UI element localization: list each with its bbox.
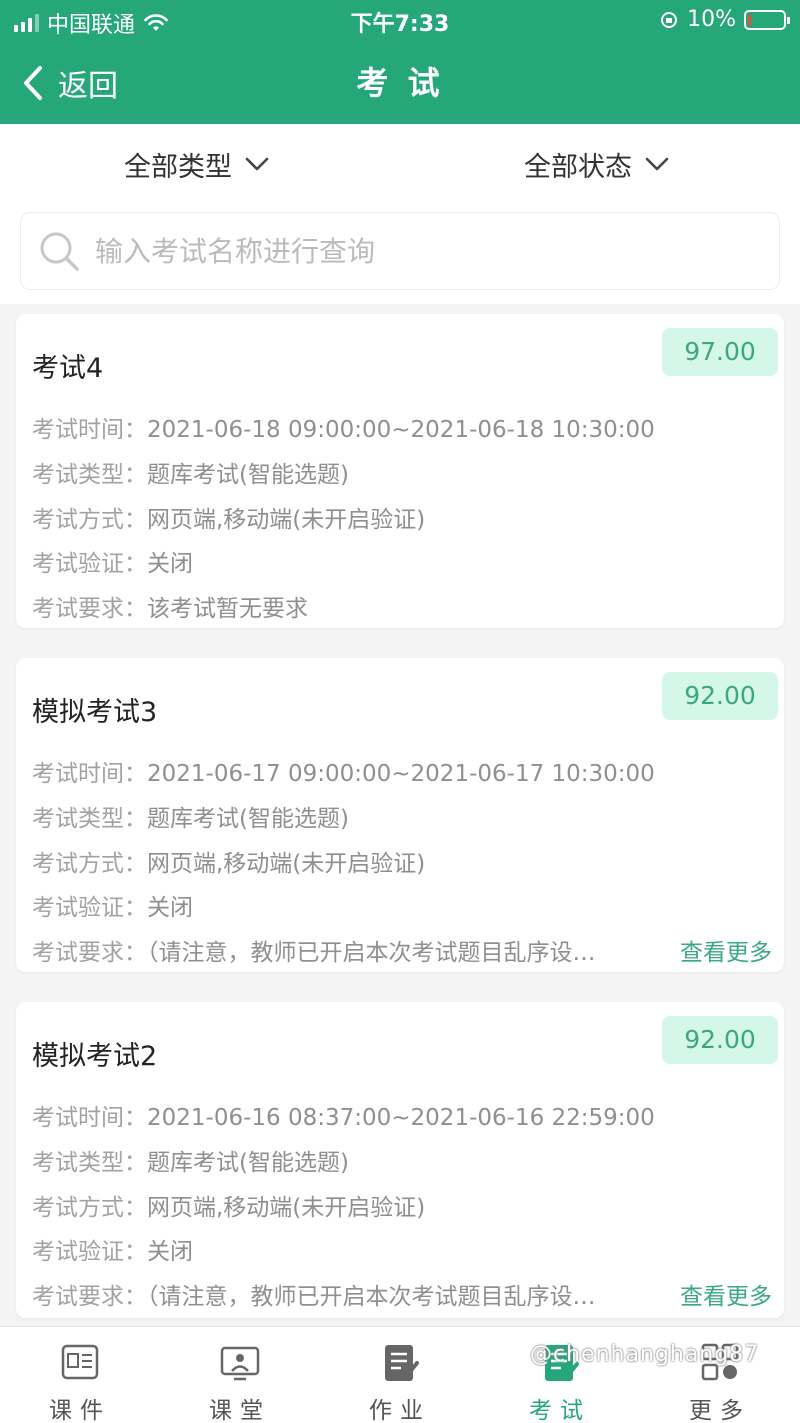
time-label: 考试时间： — [32, 1105, 147, 1131]
search-box[interactable] — [20, 212, 780, 290]
exam-time-row: 考试时间：2021-06-18 09:00:00~2021-06-18 10:3… — [32, 410, 772, 444]
status-bar: 中国联通 下午7:33 10% — [0, 0, 800, 40]
type-label: 考试类型： — [32, 806, 147, 832]
requirement-value: （请注意，教师已开启本次考试题目乱序设… — [147, 940, 596, 966]
mode-label: 考试方式： — [32, 507, 147, 533]
exam-card[interactable]: 模拟考试2 92.00 考试时间：2021-06-16 08:37:00~202… — [16, 1002, 784, 1318]
verify-label: 考试验证： — [32, 551, 147, 577]
time-value: 2021-06-16 08:37:00~2021-06-16 22:59:00 — [147, 1105, 655, 1131]
requirement-label: 考试要求： — [32, 940, 147, 966]
type-value: 题库考试(智能选题) — [147, 1150, 349, 1176]
status-right: 10% — [659, 7, 790, 32]
tab-label: 更多 — [689, 1398, 751, 1423]
score-badge: 92.00 — [662, 672, 778, 720]
courseware-icon — [61, 1344, 99, 1380]
exam-type-row: 考试类型：题库考试(智能选题) — [32, 455, 772, 489]
search-section — [0, 206, 800, 304]
type-label: 考试类型： — [32, 1150, 147, 1176]
bottom-tab-bar: 课件 课堂 作业 考试 更多 — [0, 1326, 800, 1423]
verify-value: 关闭 — [147, 551, 193, 577]
verify-label: 考试验证： — [32, 895, 147, 921]
time-label: 考试时间： — [32, 761, 147, 787]
chevron-down-icon — [245, 157, 269, 171]
type-value: 题库考试(智能选题) — [147, 806, 349, 832]
score-badge: 97.00 — [662, 328, 778, 376]
tab-label: 考试 — [529, 1398, 591, 1423]
score-badge: 92.00 — [662, 1016, 778, 1064]
time-label: 考试时间： — [32, 417, 147, 443]
exam-time-row: 考试时间：2021-06-16 08:37:00~2021-06-16 22:5… — [32, 1098, 772, 1132]
exam-card[interactable]: 模拟考试3 92.00 考试时间：2021-06-17 09:00:00~202… — [16, 658, 784, 972]
time-value: 2021-06-17 09:00:00~2021-06-17 10:30:00 — [147, 761, 655, 787]
requirement-value: （请注意，教师已开启本次考试题目乱序设… — [147, 1284, 596, 1310]
tab-label: 课件 — [49, 1398, 111, 1423]
exam-type-row: 考试类型：题库考试(智能选题) — [32, 1143, 772, 1177]
battery-level — [748, 13, 752, 26]
view-more-link[interactable]: 查看更多 — [672, 1277, 772, 1311]
exam-title: 模拟考试2 — [32, 1041, 158, 1072]
mode-value: 网页端,移动端(未开启验证) — [147, 851, 426, 877]
exam-mode-row: 考试方式：网页端,移动端(未开启验证) — [32, 500, 772, 534]
view-more-link[interactable]: 查看更多 — [672, 933, 772, 967]
exam-title: 考试4 — [32, 353, 104, 384]
requirement-label: 考试要求： — [32, 596, 147, 622]
time-value: 2021-06-18 09:00:00~2021-06-18 10:30:00 — [147, 417, 655, 443]
exam-title: 模拟考试3 — [32, 697, 158, 728]
tab-label: 作业 — [369, 1398, 431, 1423]
tab-courseware[interactable]: 课件 — [0, 1327, 160, 1423]
verify-value: 关闭 — [147, 1239, 193, 1265]
app-header: 中国联通 下午7:33 10% 返回 考 试 — [0, 0, 800, 124]
status-filter-dropdown[interactable]: 全部状态 — [524, 144, 670, 184]
type-label: 考试类型： — [32, 462, 147, 488]
type-filter-label: 全部类型 — [124, 151, 232, 183]
tab-classroom[interactable]: 课堂 — [160, 1327, 320, 1423]
mode-value: 网页端,移动端(未开启验证) — [147, 507, 426, 533]
battery-percent: 10% — [687, 7, 736, 32]
search-input[interactable] — [95, 234, 755, 268]
verify-label: 考试验证： — [32, 1239, 147, 1265]
exam-time-row: 考试时间：2021-06-17 09:00:00~2021-06-17 10:3… — [32, 754, 772, 788]
requirement-label: 考试要求： — [32, 1284, 147, 1310]
exam-mode-row: 考试方式：网页端,移动端(未开启验证) — [32, 844, 772, 878]
exam-card[interactable]: 考试4 97.00 考试时间：2021-06-18 09:00:00~2021-… — [16, 314, 784, 628]
battery-icon — [744, 9, 790, 30]
exam-requirement-row: 考试要求：该考试暂无要求 — [32, 589, 772, 623]
rotation-lock-icon — [661, 11, 678, 28]
homework-icon — [385, 1345, 419, 1381]
search-icon — [40, 232, 79, 271]
exam-verify-row: 考试验证：关闭 — [32, 1232, 772, 1266]
exam-verify-row: 考试验证：关闭 — [32, 888, 772, 922]
mode-label: 考试方式： — [32, 851, 147, 877]
exam-requirement-row: 考试要求：（请注意，教师已开启本次考试题目乱序设… 查看更多 — [32, 933, 772, 967]
status-filter-label: 全部状态 — [524, 151, 632, 183]
chevron-down-icon — [645, 157, 669, 171]
type-filter-dropdown[interactable]: 全部类型 — [124, 144, 270, 184]
exam-verify-row: 考试验证：关闭 — [32, 544, 772, 578]
exam-mode-row: 考试方式：网页端,移动端(未开启验证) — [32, 1188, 772, 1222]
tab-homework[interactable]: 作业 — [320, 1327, 480, 1423]
mode-label: 考试方式： — [32, 1195, 147, 1221]
mode-value: 网页端,移动端(未开启验证) — [147, 1195, 426, 1221]
tab-label: 课堂 — [209, 1398, 271, 1423]
filter-bar: 全部类型 全部状态 — [0, 124, 800, 206]
verify-value: 关闭 — [147, 895, 193, 921]
watermark: @chenhanghang87 — [530, 1342, 760, 1367]
type-value: 题库考试(智能选题) — [147, 462, 349, 488]
classroom-icon — [220, 1346, 260, 1381]
page-title: 考 试 — [356, 64, 444, 102]
exam-requirement-row: 考试要求：（请注意，教师已开启本次考试题目乱序设… 查看更多 — [32, 1277, 772, 1311]
requirement-value: 该考试暂无要求 — [147, 596, 308, 622]
exam-type-row: 考试类型：题库考试(智能选题) — [32, 799, 772, 833]
